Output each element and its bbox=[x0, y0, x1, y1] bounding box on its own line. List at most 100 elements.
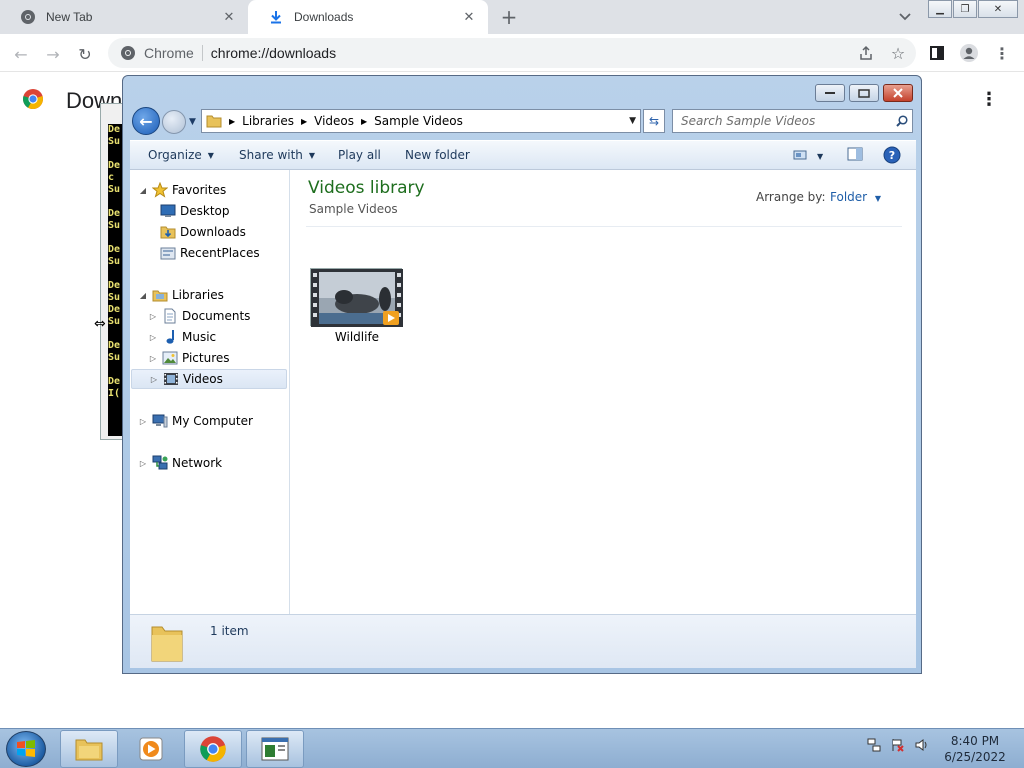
expand-triangle-icon[interactable]: ▷ bbox=[148, 312, 158, 321]
expand-triangle-icon[interactable]: ▷ bbox=[138, 459, 148, 468]
url-text[interactable]: chrome://downloads bbox=[211, 45, 336, 61]
chrome-menu-icon[interactable]: ⋮ bbox=[991, 42, 1013, 64]
breadcrumb-libraries[interactable]: Libraries bbox=[242, 114, 294, 128]
collapse-triangle-icon[interactable]: ◢ bbox=[138, 291, 148, 300]
collapse-triangle-icon[interactable]: ◢ bbox=[138, 186, 148, 195]
chrome-logo-icon bbox=[22, 88, 44, 110]
minimize-icon[interactable]: ▁ bbox=[928, 0, 952, 18]
profile-avatar-icon[interactable] bbox=[958, 42, 980, 64]
nav-recent-places[interactable]: RecentPlaces bbox=[156, 243, 260, 263]
search-icon[interactable] bbox=[892, 111, 912, 131]
share-with-button[interactable]: Share with ▼ bbox=[239, 148, 315, 162]
forward-arrow-icon[interactable] bbox=[162, 110, 186, 134]
chevron-down-icon: ▼ bbox=[874, 194, 882, 203]
volume-icon[interactable] bbox=[914, 737, 930, 753]
share-with-label: Share with bbox=[239, 148, 303, 162]
taskbar-chrome-button[interactable] bbox=[184, 730, 242, 768]
nav-pictures[interactable]: ▷ Pictures bbox=[148, 348, 230, 368]
breadcrumb-arrow-icon[interactable]: ▶ bbox=[229, 117, 235, 126]
folder-icon bbox=[150, 621, 184, 663]
organize-label: Organize bbox=[148, 148, 202, 162]
close-window-icon[interactable] bbox=[883, 84, 913, 102]
share-icon[interactable] bbox=[855, 42, 877, 64]
omnibox[interactable]: Chrome chrome://downloads bbox=[108, 38, 916, 68]
nav-label: My Computer bbox=[172, 414, 253, 428]
address-row: ← ▼ ▶ Libraries ▶ Videos ▶ Sample Videos… bbox=[131, 106, 915, 136]
arrange-by-dropdown[interactable]: Folder ▼ bbox=[830, 190, 881, 204]
search-input[interactable]: Search Sample Videos bbox=[681, 114, 892, 128]
organize-button[interactable]: Organize ▼ bbox=[148, 148, 214, 162]
download-icon bbox=[268, 9, 284, 25]
taskbar-console-button[interactable] bbox=[246, 730, 304, 768]
nav-label: Videos bbox=[183, 372, 223, 386]
tab-downloads[interactable]: Downloads ✕ bbox=[248, 0, 488, 34]
expand-triangle-icon[interactable]: ▷ bbox=[138, 417, 148, 426]
recent-places-icon bbox=[160, 245, 176, 261]
nav-libraries[interactable]: ◢ Libraries bbox=[138, 285, 224, 305]
recent-pages-dropdown-icon[interactable]: ▼ bbox=[189, 117, 196, 127]
reload-icon[interactable]: ↻ bbox=[74, 43, 96, 65]
nav-videos[interactable]: ▷ Videos bbox=[131, 369, 287, 389]
chrome-icon bbox=[20, 9, 36, 25]
expand-triangle-icon[interactable]: ▷ bbox=[148, 333, 158, 342]
expand-triangle-icon[interactable]: ▷ bbox=[148, 354, 158, 363]
minimize-icon[interactable] bbox=[815, 84, 845, 102]
network-icon bbox=[152, 455, 168, 471]
side-panel-icon[interactable] bbox=[926, 42, 948, 64]
back-arrow-icon[interactable]: ← bbox=[10, 43, 32, 65]
media-player-icon bbox=[139, 737, 163, 761]
play-all-button[interactable]: Play all bbox=[338, 148, 381, 162]
navigation-pane: ◢ Favorites Desktop Downloads RecentPlac… bbox=[130, 170, 290, 614]
nav-network[interactable]: ▷ Network bbox=[138, 453, 222, 473]
breadcrumb-arrow-icon[interactable]: ▶ bbox=[301, 117, 307, 126]
chevron-down-icon: ▼ bbox=[308, 150, 316, 160]
nav-label: Desktop bbox=[180, 204, 230, 218]
expand-triangle-icon[interactable]: ▷ bbox=[149, 375, 159, 384]
back-arrow-icon[interactable]: ← bbox=[132, 107, 160, 135]
tab-search-chevron-icon[interactable] bbox=[896, 8, 914, 26]
close-window-icon[interactable]: ✕ bbox=[978, 0, 1018, 18]
refresh-icon[interactable]: ⇆ bbox=[643, 109, 665, 133]
action-center-flag-icon[interactable] bbox=[890, 737, 906, 753]
restore-icon[interactable]: ❐ bbox=[953, 0, 977, 18]
network-status-icon[interactable] bbox=[866, 737, 882, 753]
maximize-icon[interactable] bbox=[849, 84, 879, 102]
taskbar-clock[interactable]: 8:40 PM 6/25/2022 bbox=[940, 733, 1010, 765]
address-dropdown-icon[interactable]: ▼ bbox=[629, 116, 636, 126]
address-bar[interactable]: ▶ Libraries ▶ Videos ▶ Sample Videos ▼ bbox=[201, 109, 641, 133]
new-folder-button[interactable]: New folder bbox=[405, 148, 470, 162]
nav-desktop[interactable]: Desktop bbox=[156, 201, 230, 221]
music-icon bbox=[162, 329, 178, 345]
nav-downloads[interactable]: Downloads bbox=[156, 222, 246, 242]
start-button[interactable] bbox=[6, 731, 46, 767]
change-view-button[interactable]: ▼ bbox=[793, 149, 823, 164]
explorer-window[interactable]: ← ▼ ▶ Libraries ▶ Videos ▶ Sample Videos… bbox=[122, 75, 922, 674]
downloads-menu-icon[interactable]: ⋮ bbox=[980, 88, 998, 110]
help-icon[interactable]: ? bbox=[883, 146, 901, 164]
console-window-icon bbox=[261, 737, 289, 761]
system-tray bbox=[866, 737, 930, 753]
breadcrumb-arrow-icon[interactable]: ▶ bbox=[361, 117, 367, 126]
tab-title: New Tab bbox=[46, 10, 93, 24]
nav-label: Downloads bbox=[180, 225, 246, 239]
breadcrumb-videos[interactable]: Videos bbox=[314, 114, 354, 128]
downloads-folder-icon bbox=[160, 224, 176, 240]
taskbar-explorer-button[interactable] bbox=[60, 730, 118, 768]
nav-my-computer[interactable]: ▷ My Computer bbox=[138, 411, 253, 431]
new-tab-plus-icon[interactable]: + bbox=[498, 5, 520, 29]
nav-documents[interactable]: ▷ Documents bbox=[148, 306, 250, 326]
file-item-wildlife[interactable]: Wildlife bbox=[304, 268, 410, 348]
nav-favorites[interactable]: ◢ Favorites bbox=[138, 180, 226, 200]
bookmark-star-icon[interactable]: ☆ bbox=[887, 42, 909, 64]
close-tab-icon[interactable]: ✕ bbox=[460, 8, 478, 26]
preview-pane-icon[interactable] bbox=[847, 147, 863, 161]
taskbar-media-player-button[interactable] bbox=[122, 730, 180, 768]
omnibox-divider bbox=[201, 45, 203, 61]
nav-music[interactable]: ▷ Music bbox=[148, 327, 216, 347]
breadcrumb-sample-videos[interactable]: Sample Videos bbox=[374, 114, 463, 128]
close-tab-icon[interactable]: ✕ bbox=[220, 8, 238, 26]
search-box[interactable]: Search Sample Videos bbox=[672, 109, 913, 133]
tab-new-tab[interactable]: New Tab ✕ bbox=[0, 0, 248, 34]
forward-arrow-icon[interactable]: → bbox=[42, 43, 64, 65]
content-pane: Videos library Sample Videos Arrange by:… bbox=[290, 170, 916, 614]
